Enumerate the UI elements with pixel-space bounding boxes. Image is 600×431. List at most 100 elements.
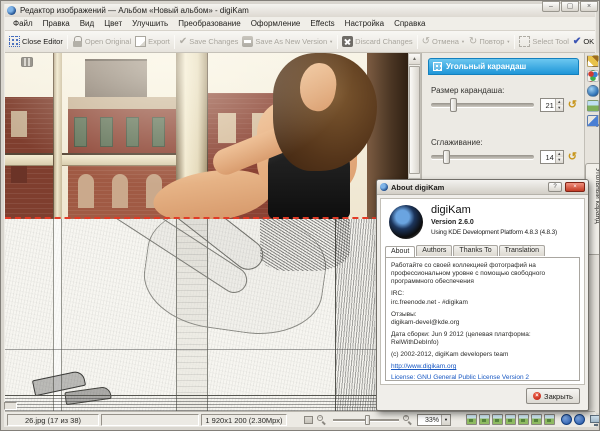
pencil-size-slider[interactable] (431, 98, 534, 112)
tab-translation[interactable]: Translation (498, 245, 545, 256)
menu-effects[interactable]: Effects (305, 17, 339, 30)
menu-settings[interactable]: Настройка (340, 17, 389, 30)
menu-view[interactable]: Вид (75, 17, 99, 30)
canvas-vertical-scrollbar[interactable]: ▲ (408, 53, 421, 179)
reset-icon[interactable]: ↺ (568, 99, 577, 111)
menu-file[interactable]: Файл (8, 17, 38, 30)
spin-buttons: ▲ ▼ (554, 99, 563, 111)
feedback-label: Отзывы: (391, 310, 417, 318)
scrollbar-up-arrow[interactable]: ▲ (409, 54, 420, 65)
dialog-title-bar[interactable]: About digiKam ? × (377, 180, 588, 195)
title-bar[interactable]: Редактор изображений — Альбом «Новый аль… (5, 4, 595, 17)
toolbar-separator (66, 34, 68, 49)
menu-color[interactable]: Цвет (99, 17, 127, 30)
theme-thumbnail-button[interactable] (505, 414, 516, 425)
zoom-percent-combo[interactable]: 33% ▼ (417, 414, 451, 426)
about-tab-panel: Работайте со своей коллекцией фотографий… (385, 257, 580, 381)
theme-thumbnail-button[interactable] (531, 414, 542, 425)
redo-button[interactable]: ↻ Повтор ▼ (467, 34, 512, 49)
discard-changes-button[interactable]: Discard Changes (340, 34, 415, 49)
website-link[interactable]: http://www.digikam.org (391, 363, 574, 371)
zoom-slider-handle[interactable] (365, 415, 370, 425)
main-window: Редактор изображений — Альбом «Новый аль… (0, 0, 600, 431)
undo-button[interactable]: ↺ Отмена ▼ (420, 34, 467, 49)
digikam-lens-logo (389, 205, 423, 239)
app-name: digiKam (431, 204, 471, 216)
maximize-button[interactable]: ▢ (561, 1, 579, 12)
menu-decorate[interactable]: Оформление (246, 17, 306, 30)
reset-icon[interactable]: ↺ (568, 151, 577, 163)
smoothing-slider[interactable] (431, 150, 534, 164)
zoom-dropdown-icon[interactable]: ▼ (441, 415, 450, 425)
tab-about[interactable]: About (385, 246, 416, 257)
theme-thumbnail-button[interactable] (518, 414, 529, 425)
discard-icon (342, 36, 354, 47)
toolbar-separator (337, 34, 339, 49)
pencil-size-spinbox[interactable]: 21 ▲ ▼ (539, 98, 564, 112)
open-original-label: Open Original (84, 37, 132, 46)
close-button[interactable]: × (580, 1, 598, 12)
zoom-in-icon[interactable]: + (403, 415, 413, 425)
copyright: (c) 2002-2012, digiKam developers team (391, 351, 509, 359)
dropdown-arrow-icon[interactable]: ▼ (506, 39, 510, 44)
close-dialog-label: Закрыть (544, 391, 573, 401)
menu-edit[interactable]: Правка (38, 17, 75, 30)
exposure-indicator-icon[interactable] (561, 414, 572, 425)
properties-tab-icon[interactable] (587, 55, 599, 67)
progress-area (101, 414, 199, 426)
pan-overlay-icon[interactable] (21, 57, 33, 67)
export-button[interactable]: Export (133, 34, 172, 49)
dropdown-arrow-icon[interactable]: ▼ (461, 39, 465, 44)
color-managed-view-icon[interactable] (590, 415, 599, 426)
exposure-indicator-icon[interactable] (574, 414, 585, 425)
open-original-button[interactable]: Open Original (70, 34, 133, 49)
image-canvas[interactable] (5, 53, 408, 411)
menu-help[interactable]: Справка (389, 17, 430, 30)
toolbar-separator (514, 34, 516, 49)
theme-thumbnail-button[interactable] (479, 414, 490, 425)
theme-thumbnail-button[interactable] (466, 414, 477, 425)
selection-grid-icon (9, 36, 20, 47)
save-as-new-version-button[interactable]: Save As New Version ▼ (240, 34, 335, 49)
theme-thumbnail-button[interactable] (492, 414, 503, 425)
dropdown-arrow-icon[interactable]: ▼ (329, 39, 333, 44)
smoothing-value: 14 (545, 152, 554, 162)
zoom-slider[interactable] (333, 415, 399, 425)
scrollbar-thumb[interactable] (409, 66, 420, 174)
close-editor-label: Close Editor (22, 37, 63, 46)
save-changes-button[interactable]: ✔ Save Changes (177, 34, 241, 49)
spin-down-icon[interactable]: ▼ (555, 157, 563, 163)
ok-button[interactable]: ✔ OK (571, 34, 595, 49)
geolocation-tab-icon[interactable] (587, 85, 599, 97)
smoothing-spinbox[interactable]: 14 ▲ ▼ (539, 150, 564, 164)
discard-changes-label: Discard Changes (355, 37, 413, 46)
save-changes-label: Save Changes (189, 37, 239, 46)
sketch-floor-hatch (5, 395, 408, 411)
close-dialog-button[interactable]: × Закрыть (526, 388, 580, 404)
smoothing-row: 14 ▲ ▼ ↺ (431, 149, 577, 165)
minimize-button[interactable]: – (542, 1, 560, 12)
colors-tab-icon[interactable] (587, 100, 599, 112)
slider-handle[interactable] (443, 150, 451, 164)
undo-label: Отмена (432, 37, 459, 46)
fit-to-window-icon[interactable] (304, 416, 313, 424)
select-tool-button[interactable]: Select Tool (517, 34, 571, 49)
charcoal-preview-region (5, 219, 408, 411)
menu-enhance[interactable]: Улучшить (127, 17, 173, 30)
redo-icon: ↻ (468, 36, 478, 47)
slider-handle[interactable] (449, 98, 457, 112)
tab-authors[interactable]: Authors (416, 245, 453, 256)
menu-transform[interactable]: Преобразование (173, 17, 245, 30)
close-editor-button[interactable]: Close Editor (7, 34, 65, 49)
preview-split-line[interactable] (5, 217, 408, 219)
document-icon (135, 36, 147, 47)
theme-thumbnail-button[interactable] (544, 414, 555, 425)
zoom-out-icon[interactable]: − (317, 415, 327, 425)
license-link[interactable]: License: GNU General Public License Vers… (391, 374, 574, 380)
tab-thanks-to[interactable]: Thanks To (453, 245, 498, 256)
versions-tab-icon[interactable] (587, 115, 599, 127)
metadata-tab-icon[interactable] (587, 70, 599, 82)
dialog-close-button[interactable]: × (565, 182, 585, 192)
spin-down-icon[interactable]: ▼ (555, 105, 563, 111)
dialog-help-button[interactable]: ? (548, 182, 562, 192)
